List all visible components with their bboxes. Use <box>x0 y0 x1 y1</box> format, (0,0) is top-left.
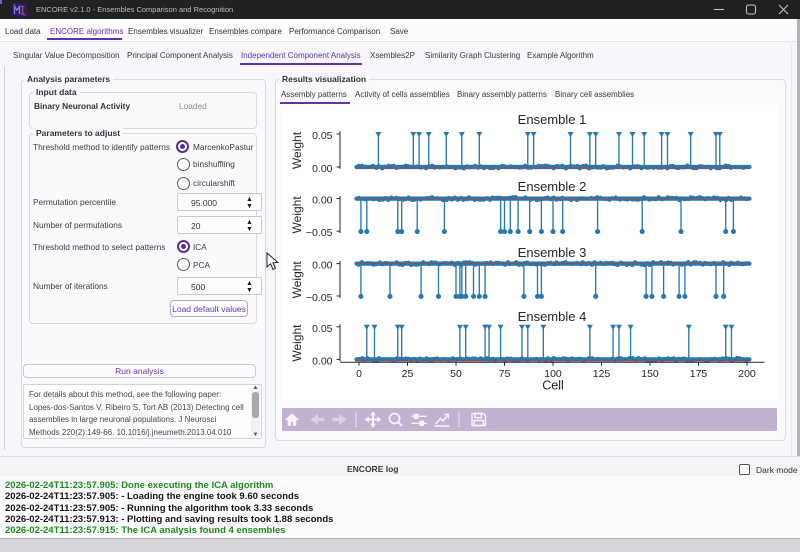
svg-text:Weight: Weight <box>290 261 304 299</box>
svg-text:−0.05: −0.05 <box>306 292 333 304</box>
svg-text:Weight: Weight <box>290 196 304 234</box>
svg-text:Weight: Weight <box>290 324 304 362</box>
svg-text:50: 50 <box>450 368 462 380</box>
svg-text:0.00: 0.00 <box>312 260 333 272</box>
svg-text:150: 150 <box>641 368 659 380</box>
svg-text:Ensemble 1: Ensemble 1 <box>518 112 587 127</box>
svg-text:0.00: 0.00 <box>312 195 333 207</box>
svg-text:0: 0 <box>356 368 362 380</box>
svg-text:−0.05: −0.05 <box>306 227 333 239</box>
svg-text:200: 200 <box>738 368 756 380</box>
svg-text:Ensemble 3: Ensemble 3 <box>518 245 587 260</box>
svg-text:0.00: 0.00 <box>312 355 333 367</box>
svg-text:Ensemble 2: Ensemble 2 <box>518 179 587 194</box>
svg-text:Cell: Cell <box>542 379 564 393</box>
svg-text:0.05: 0.05 <box>312 130 333 142</box>
svg-text:25: 25 <box>402 368 414 380</box>
svg-text:175: 175 <box>690 368 708 380</box>
svg-text:0.05: 0.05 <box>312 323 333 335</box>
svg-text:Weight: Weight <box>290 131 304 169</box>
svg-text:0.00: 0.00 <box>312 163 333 175</box>
svg-text:125: 125 <box>593 368 611 380</box>
svg-text:Ensemble 4: Ensemble 4 <box>518 309 587 324</box>
svg-text:75: 75 <box>499 368 511 380</box>
